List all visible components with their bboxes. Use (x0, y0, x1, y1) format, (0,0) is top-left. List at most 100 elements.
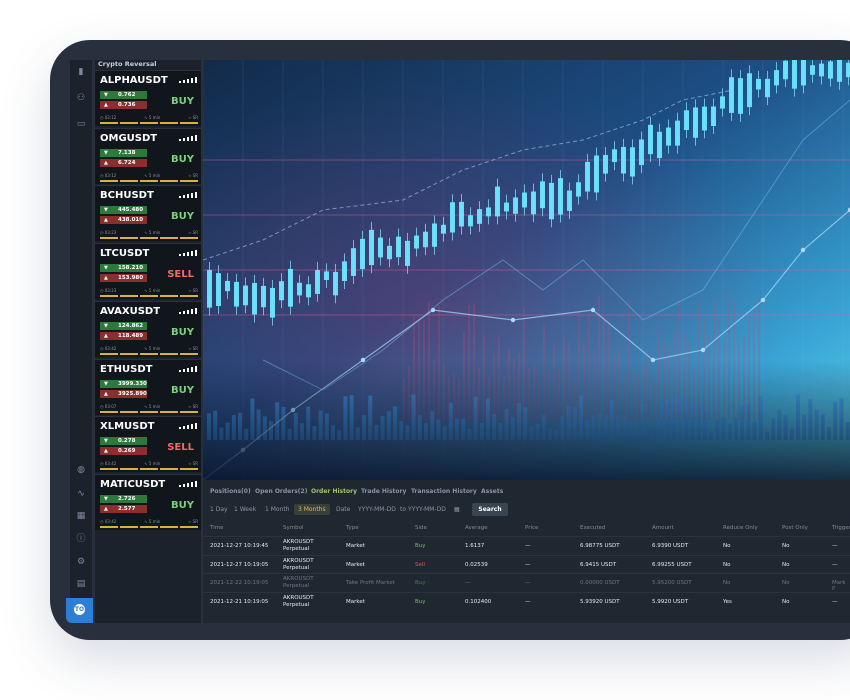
tab-transaction-history[interactable]: Transaction History (411, 488, 477, 495)
candle-body (792, 60, 797, 89)
cell-reduce: No (723, 561, 731, 568)
column-header: Amount (652, 525, 674, 531)
upper-price-pill: ▼ 3999.330 (100, 379, 147, 388)
sr-label: ‹› SR (188, 115, 198, 120)
upper-price: 0.278 (118, 438, 136, 445)
calendar-icon[interactable]: ▦ (75, 510, 87, 522)
filter-1-day[interactable]: 1 Day (210, 506, 228, 513)
date-from-input[interactable]: YYYY-MM-DD (358, 506, 396, 513)
filter-3-months[interactable]: 3 Months (294, 504, 330, 515)
candle-body (666, 127, 671, 146)
signal-action: BUY (171, 211, 194, 223)
candle-body (549, 182, 554, 220)
info-icon[interactable]: ⓘ (75, 533, 87, 545)
upper-price: 3999.330 (118, 380, 147, 387)
candle-body (468, 215, 473, 227)
table-row[interactable]: 2021-12-22 10:19:05 AKROUSDT Perpetual Take… (203, 573, 850, 592)
candle-body (252, 282, 257, 315)
clock-time: ◷ 03:23 (100, 288, 117, 294)
cell-trigger: Mark P (832, 580, 846, 593)
signal-icon[interactable]: ▮ (75, 66, 87, 78)
table-row[interactable]: 2021-12-27 10:19:45 AKROUSDT Perpetual Mark… (203, 536, 850, 555)
network-icon[interactable]: ⚇ (75, 92, 87, 104)
tab-order-history[interactable]: Order History (311, 488, 357, 495)
chart-line-icon[interactable]: ∿ (75, 488, 87, 500)
date-to-input[interactable]: YYYY-MM-DD (408, 506, 446, 513)
search-button[interactable]: Search (472, 503, 508, 516)
card-icon[interactable]: ▭ (75, 118, 87, 130)
cell-symbol: AKROUSDT Perpetual (283, 558, 314, 572)
column-header: Side (415, 525, 427, 531)
cell-average: 0.02539 (465, 561, 488, 568)
candle-body (540, 181, 545, 209)
timeframe: ∿ 5 min (144, 288, 161, 294)
sr-label: ‹› SR (188, 345, 198, 351)
cell-type: Take Profit Market (346, 580, 395, 587)
upper-price-pill: ▼ 0.278 (100, 437, 147, 446)
signal-strength-icon (179, 77, 197, 83)
signal-card[interactable]: AVAXUSDT ▼ 124.862 ▲ 118.489 BUY ◷ 03:42 ∿ … (95, 300, 201, 357)
filter-1-month[interactable]: 1 Month (265, 506, 290, 513)
signal-card[interactable]: MATICUSDT ▼ 2.726 ▲ 2.577 BUY ◷ 03:42 ∿ 5 m… (95, 473, 201, 530)
card-symbol: MATICUSDT (100, 478, 166, 490)
lower-price: 438.010 (118, 217, 144, 224)
column-header: Time (210, 525, 224, 531)
sr-label: ‹› SR (188, 518, 198, 524)
card-symbol: BCHUSDT (100, 190, 154, 202)
upper-price-pill: ▼ 445.480 (100, 206, 147, 215)
up-arrow-icon: ▼ (104, 438, 108, 445)
signal-card[interactable]: ETHUSDT ▼ 3999.330 ▲ 3925.890 BUY ◷ 03:07 ∿… (95, 358, 201, 415)
tab-open-orders[interactable]: Open Orders(2) (255, 488, 307, 495)
candle-body (486, 207, 491, 217)
signal-card[interactable]: ALPHAUSDT ▼ 0.762 ▲ 0.736 BUY ◷ 02:12 ∿ 5 m… (95, 70, 201, 126)
globe-icon[interactable]: ◍ (75, 464, 87, 476)
signal-card[interactable]: OMGUSDT ▼ 7.138 ▲ 6.724 BUY ◷ 03:12 ∿ 5 min… (95, 127, 201, 184)
signal-card[interactable]: XLMUSDT ▼ 0.278 ▲ 0.269 SELL ◷ 03:42 ∿ 5 mi… (95, 416, 201, 473)
cell-side: Buy (415, 599, 426, 606)
column-header: Post Only (782, 525, 808, 531)
cell-executed: 0.00000 USDT (580, 580, 620, 587)
market-chart-background (203, 60, 850, 480)
card-progress (100, 122, 198, 124)
tab-positions[interactable]: Positions(0) (210, 488, 251, 495)
cell-symbol-sub: Perpetual (283, 602, 310, 609)
book-icon[interactable]: ▤ (75, 578, 87, 590)
upper-price: 7.138 (118, 149, 136, 156)
candle-body (360, 238, 365, 270)
card-progress (100, 525, 198, 528)
signal-strength-icon (179, 480, 197, 487)
signal-card[interactable]: LTCUSDT ▼ 158.210 ▲ 153.980 SELL ◷ 03:23 ∿ … (95, 243, 201, 300)
cell-reduce: Yes (723, 599, 732, 606)
column-header: Average (465, 525, 488, 531)
user-badge-button[interactable]: TO (66, 598, 93, 623)
trend-node (700, 347, 706, 353)
settings-icon[interactable]: ⚙ (75, 556, 87, 568)
card-progress (100, 352, 198, 355)
tab-assets[interactable]: Assets (481, 488, 503, 495)
card-progress (100, 468, 198, 471)
candle-body (801, 60, 806, 86)
signal-strength-icon (179, 134, 197, 141)
cell-time: 2021-12-27 10:19:45 (210, 543, 269, 549)
candle-body (216, 273, 221, 307)
candle-body (333, 271, 338, 296)
timeframe: ∿ 5 min (144, 345, 161, 351)
filter-1-week[interactable]: 1 Week (234, 506, 256, 513)
card-meta: ◷ 03:07 ∿ 5 min ‹› SR (100, 404, 198, 409)
calendar-icon[interactable]: ▦ (454, 506, 460, 513)
tab-trade-history[interactable]: Trade History (361, 488, 406, 495)
signal-card[interactable]: BCHUSDT ▼ 445.480 ▲ 438.010 BUY ◷ 03:23 ∿ 5… (95, 185, 201, 242)
table-row[interactable]: 2021-12-27 10:19:05 AKROUSDT Perpetual Mark… (203, 554, 850, 574)
sr-label: ‹› SR (188, 230, 198, 236)
down-arrow-icon: ▲ (104, 390, 108, 397)
upper-price-pill: ▼ 124.862 (100, 321, 147, 330)
candle-body (567, 190, 572, 211)
table-row[interactable]: 2021-12-21 10:19:05 AKROUSDT Perpetual Mark… (203, 592, 850, 611)
cell-time: 2021-12-22 10:19:05 (210, 580, 269, 587)
cell-price: — (525, 543, 531, 549)
signal-strength-icon (179, 307, 197, 314)
candle-body (513, 197, 518, 214)
card-meta: ◷ 03:23 ∿ 5 min ‹› SR (100, 230, 198, 235)
trend-node (800, 247, 806, 253)
chart-floor-fade (203, 360, 850, 480)
